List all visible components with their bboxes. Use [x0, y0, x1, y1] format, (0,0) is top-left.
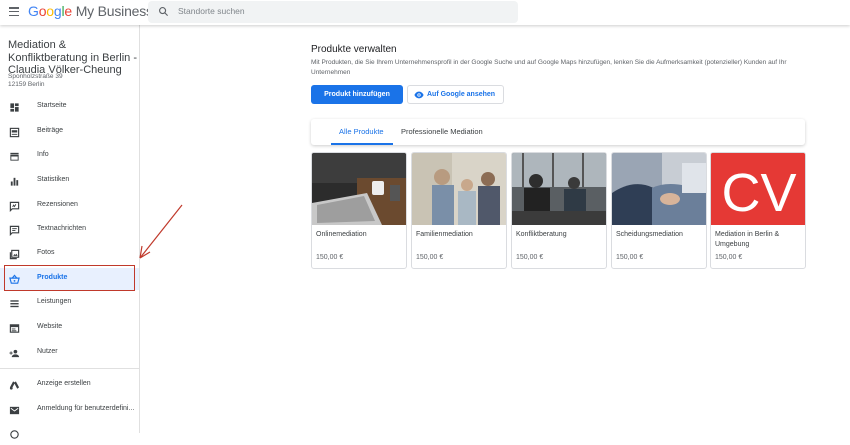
hamburger-menu-icon[interactable] — [9, 7, 19, 17]
sidebar-item-label: Anzeige erstellen — [37, 380, 91, 387]
product-name: Konfliktberatung — [516, 231, 567, 238]
cv-logo: CV — [711, 153, 805, 225]
sidebar-item-anmeldung[interactable]: Anmeldung für benutzerdefini... — [0, 399, 139, 421]
business-street: Sponholzstraße 39 — [8, 73, 63, 80]
sidebar-item-label: Info — [37, 151, 49, 158]
product-card-konfliktberatung[interactable]: Konfliktberatung 150,00 € — [511, 152, 607, 269]
view-on-google-label: Auf Google ansehen — [427, 91, 496, 98]
product-image-couple — [612, 153, 706, 225]
sidebar-item-fotos[interactable]: Fotos — [0, 243, 139, 265]
page-title: Produkte verwalten — [311, 44, 397, 55]
posts-icon — [9, 127, 20, 138]
add-user-icon — [9, 349, 20, 358]
sidebar-item-label: Nutzer — [37, 348, 58, 355]
dashboard-icon — [10, 103, 19, 112]
product-tabs: Alle Produkte Professionelle Mediation — [311, 119, 805, 145]
top-app-bar: Google My Business Standorte suchen — [0, 0, 850, 25]
sidebar-item-label: Leistungen — [37, 298, 72, 305]
reviews-icon — [9, 201, 20, 212]
product-price: 150,00 € — [316, 254, 344, 261]
message-icon — [9, 225, 20, 236]
website-icon — [9, 324, 20, 333]
sidebar-item-more[interactable] — [0, 423, 139, 445]
sidebar: Mediation & Konfliktberatung in Berlin -… — [0, 25, 140, 439]
sidebar-item-nutzer[interactable]: Nutzer — [0, 342, 139, 364]
google-my-business-logo[interactable]: Google My Business — [28, 3, 153, 19]
eye-icon — [414, 91, 424, 99]
product-image-laptop — [312, 153, 406, 225]
sidebar-item-label: Anmeldung für benutzerdefini... — [37, 405, 135, 412]
sidebar-divider — [0, 368, 139, 369]
sidebar-item-label: Rezensionen — [37, 201, 78, 208]
business-name: Mediation & Konfliktberatung in Berlin -… — [8, 39, 138, 76]
cv-logo-text: CV — [721, 163, 796, 223]
sidebar-item-info[interactable]: Info — [0, 145, 139, 167]
photos-icon — [9, 249, 20, 260]
product-card-familienmediation[interactable]: Familienmediation 150,00 € — [411, 152, 507, 269]
search-icon — [159, 7, 169, 17]
store-icon — [10, 152, 19, 161]
location-search-input[interactable]: Standorte suchen — [148, 1, 518, 23]
sidebar-item-label: Textnachrichten — [37, 225, 87, 232]
highlight-frame — [4, 265, 135, 291]
view-on-google-button[interactable]: Auf Google ansehen — [407, 85, 504, 104]
product-card-onlinemediation[interactable]: Onlinemediation 150,00 € — [311, 152, 407, 269]
product-price: 150,00 € — [416, 254, 444, 261]
services-icon — [10, 300, 19, 308]
product-name: Onlinemediation — [316, 231, 367, 238]
sidebar-item-startseite[interactable]: Startseite — [0, 96, 139, 118]
business-address: Sponholzstraße 39 12159 Berlin — [8, 73, 63, 89]
add-product-button[interactable]: Produkt hinzufügen — [311, 85, 403, 104]
sidebar-item-anzeige-erstellen[interactable]: Anzeige erstellen — [0, 374, 139, 396]
sidebar-item-website[interactable]: Website — [0, 317, 139, 339]
product-name: Scheidungsmediation — [616, 231, 683, 238]
active-tab-indicator — [331, 143, 393, 145]
sidebar-item-leistungen[interactable]: Leistungen — [0, 292, 139, 314]
sidebar-item-rezensionen[interactable]: Rezensionen — [0, 195, 139, 217]
page-description: Mit Produkten, die Sie Ihrem Unternehmen… — [311, 59, 787, 76]
search-placeholder: Standorte suchen — [178, 6, 245, 16]
product-name: Mediation in Berlin & Umgebung — [715, 231, 780, 248]
circle-icon — [10, 430, 19, 439]
sidebar-item-statistiken[interactable]: Statistiken — [0, 170, 139, 192]
product-image-cv-logo: CV — [711, 153, 805, 225]
product-name: Familienmediation — [416, 231, 473, 238]
product-price: 150,00 € — [516, 254, 544, 261]
product-image-meeting — [512, 153, 606, 225]
product-card-mediation-berlin[interactable]: CV Mediation in Berlin & Umgebung 150,00… — [710, 152, 806, 269]
mail-icon — [9, 406, 20, 415]
bar-chart-icon — [10, 177, 19, 186]
tab-alle-produkte[interactable]: Alle Produkte — [339, 127, 384, 136]
tab-professionelle-mediation[interactable]: Professionelle Mediation — [401, 127, 483, 136]
sidebar-item-label: Beiträge — [37, 127, 64, 134]
google-ads-icon — [9, 381, 20, 390]
product-price: 150,00 € — [715, 254, 743, 261]
sidebar-item-label: Statistiken — [37, 176, 70, 183]
sidebar-item-beitraege[interactable]: Beiträge — [0, 121, 139, 143]
product-image-family — [412, 153, 506, 225]
sidebar-item-label: Fotos — [37, 249, 55, 256]
sidebar-item-label: Website — [37, 323, 63, 330]
product-card-scheidungsmediation[interactable]: Scheidungsmediation 150,00 € — [611, 152, 707, 269]
sidebar-item-textnachrichten[interactable]: Textnachrichten — [0, 219, 139, 241]
business-city: 12159 Berlin — [8, 81, 45, 88]
sidebar-item-label: Startseite — [37, 102, 67, 109]
product-price: 150,00 € — [616, 254, 644, 261]
